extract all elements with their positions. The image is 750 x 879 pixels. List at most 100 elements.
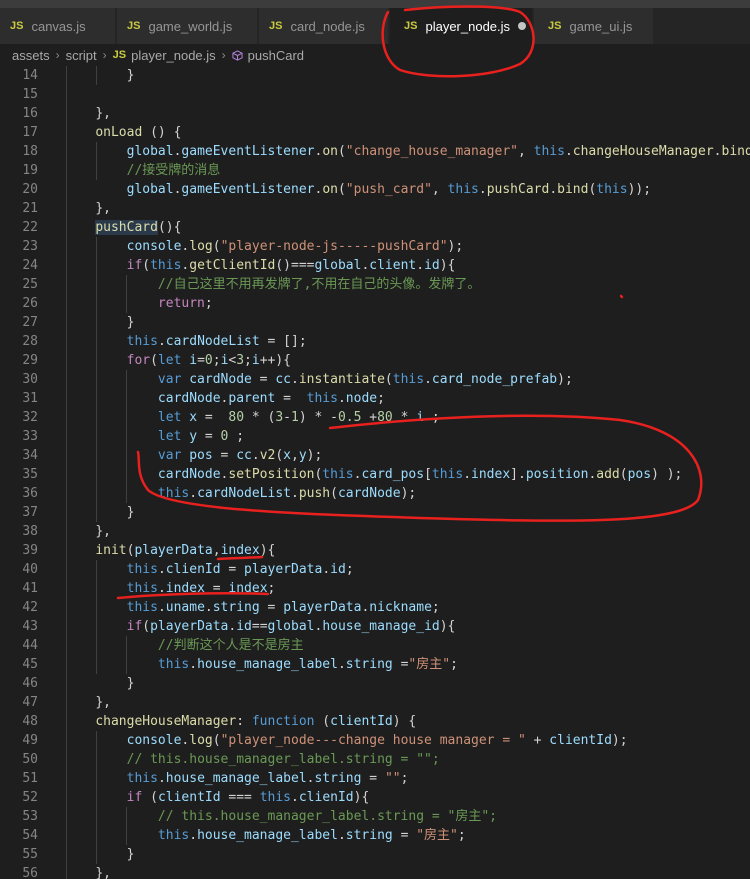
code-line: } bbox=[126, 676, 135, 691]
line-number: 15 bbox=[22, 87, 38, 102]
code-line: this.uname.string = playerData.nickname; bbox=[126, 600, 440, 615]
js-file-icon: JS bbox=[127, 20, 141, 32]
line-number: 48 bbox=[22, 714, 38, 729]
line-number: 28 bbox=[22, 334, 38, 349]
code-line: //判断这个人是不是房主 bbox=[157, 638, 304, 653]
method-cube-icon bbox=[232, 49, 243, 61]
code-line: init(playerData,index){ bbox=[95, 543, 276, 558]
line-number: 37 bbox=[22, 505, 38, 520]
tab-label: game_world.js bbox=[148, 18, 233, 34]
tab-canvas[interactable]: JS canvas.js bbox=[0, 8, 116, 44]
line-number: 55 bbox=[22, 847, 38, 862]
code-line: //接受牌的消息 bbox=[126, 163, 221, 178]
code-line: var pos = cc.v2(x,y); bbox=[157, 448, 323, 463]
line-number: 39 bbox=[22, 543, 38, 558]
code-line: } bbox=[126, 847, 135, 862]
code-line: }, bbox=[95, 866, 111, 879]
tab-game-world[interactable]: JS game_world.js bbox=[117, 8, 258, 44]
code-line: for(let i=0;i<3;i++){ bbox=[126, 353, 292, 368]
line-number: 46 bbox=[22, 676, 38, 691]
code-line: } bbox=[126, 68, 135, 83]
code-editor[interactable]: 14 } 15 16 }, 17 onLoad () { 18 global.g… bbox=[0, 66, 750, 879]
code-line: //自己这里不用再发牌了,不用在自己的头像。发牌了。 bbox=[157, 277, 481, 292]
line-number: 30 bbox=[22, 372, 38, 387]
code-line: this.house_manage_label.string = ""; bbox=[126, 771, 409, 786]
js-file-icon: JS bbox=[548, 20, 562, 32]
code-line: let x = 80 * (3-1) * -0.5 +80 * i ; bbox=[157, 410, 440, 425]
code-line: this.index = index; bbox=[126, 581, 276, 596]
code-line: } bbox=[126, 315, 135, 330]
line-number: 49 bbox=[22, 733, 38, 748]
line-number: 45 bbox=[22, 657, 38, 672]
tab-label: player_node.js bbox=[425, 18, 511, 34]
code-line: // this.house_manager_label.string = "房主… bbox=[157, 809, 497, 824]
tab-label: game_ui.js bbox=[569, 18, 633, 34]
line-number: 42 bbox=[22, 600, 38, 615]
code-line: }, bbox=[95, 106, 111, 121]
line-number: 35 bbox=[22, 467, 38, 482]
code-line: } bbox=[126, 505, 135, 520]
line-number: 14 bbox=[22, 68, 38, 83]
code-line: cardNode.setPosition(this.card_pos[this.… bbox=[157, 467, 683, 482]
line-number: 47 bbox=[22, 695, 38, 710]
line-number: 16 bbox=[22, 106, 38, 121]
tab-game-ui[interactable]: JS game_ui.js bbox=[534, 8, 654, 44]
js-file-icon: JS bbox=[404, 20, 418, 32]
chevron-right-icon: › bbox=[221, 48, 226, 62]
line-number: 29 bbox=[22, 353, 38, 368]
breadcrumb-symbol[interactable]: pushCard bbox=[248, 48, 304, 63]
code-line: console.log("player_node---change house … bbox=[126, 733, 628, 748]
code-line: if(this.getClientId()===global.client.id… bbox=[126, 258, 456, 273]
line-number: 31 bbox=[22, 391, 38, 406]
line-number: 18 bbox=[22, 144, 38, 159]
tab-player-node[interactable]: JS player_node.js bbox=[390, 8, 533, 44]
breadcrumb: assets › script › JS player_node.js › pu… bbox=[0, 44, 750, 66]
line-number: 54 bbox=[22, 828, 38, 843]
code-line: if (clientId === this.clienId){ bbox=[126, 790, 370, 805]
code-line: this.house_manage_label.string = "房主"; bbox=[157, 828, 466, 843]
line-number: 36 bbox=[22, 486, 38, 501]
tab-bar: JS canvas.js JS game_world.js JS card_no… bbox=[0, 0, 750, 44]
code-line: this.cardNodeList = []; bbox=[126, 334, 307, 349]
tab-label: canvas.js bbox=[31, 18, 86, 34]
code-line: console.log("player-node-js-----pushCard… bbox=[126, 239, 464, 254]
line-number: 26 bbox=[22, 296, 38, 311]
code-line: this.house_manage_label.string ="房主"; bbox=[157, 657, 458, 672]
line-number: 52 bbox=[22, 790, 38, 805]
line-number: 24 bbox=[22, 258, 38, 273]
js-file-icon: JS bbox=[10, 20, 24, 32]
line-number: 40 bbox=[22, 562, 38, 577]
line-number: 51 bbox=[22, 771, 38, 786]
code-line: if(playerData.id==global.house_manage_id… bbox=[126, 619, 456, 634]
line-number: 32 bbox=[22, 410, 38, 425]
code-line: this.clienId = playerData.id; bbox=[126, 562, 354, 577]
line-number: 20 bbox=[22, 182, 38, 197]
code-line: // this.house_manager_label.string = ""; bbox=[126, 752, 440, 767]
unsaved-dot-icon[interactable] bbox=[518, 22, 527, 30]
line-number: 44 bbox=[22, 638, 38, 653]
line-number: 21 bbox=[22, 201, 38, 216]
breadcrumb-assets[interactable]: assets bbox=[12, 48, 50, 63]
js-file-icon: JS bbox=[269, 20, 283, 32]
line-number: 53 bbox=[22, 809, 38, 824]
line-number: 56 bbox=[22, 866, 38, 879]
code-line: cardNode.parent = this.node; bbox=[157, 391, 385, 406]
line-number: 23 bbox=[22, 239, 38, 254]
line-number: 38 bbox=[22, 524, 38, 539]
tab-card-node[interactable]: JS card_node.js bbox=[259, 8, 389, 44]
line-number: 50 bbox=[22, 752, 38, 767]
line-number: 41 bbox=[22, 581, 38, 596]
code-line: onLoad () { bbox=[95, 125, 182, 140]
code-line: pushCard(){ bbox=[95, 220, 182, 235]
line-number: 33 bbox=[22, 429, 38, 444]
chevron-right-icon: › bbox=[102, 48, 107, 62]
window-title-strip bbox=[0, 0, 750, 8]
js-file-icon: JS bbox=[112, 49, 127, 61]
code-line: }, bbox=[95, 201, 111, 216]
tab-label: card_node.js bbox=[290, 18, 365, 34]
breadcrumb-script[interactable]: script bbox=[66, 48, 97, 63]
code-line: this.cardNodeList.push(cardNode); bbox=[157, 486, 417, 501]
line-number: 19 bbox=[22, 163, 38, 178]
breadcrumb-file[interactable]: player_node.js bbox=[131, 48, 216, 63]
code-line: global.gameEventListener.on("change_hous… bbox=[126, 144, 750, 159]
